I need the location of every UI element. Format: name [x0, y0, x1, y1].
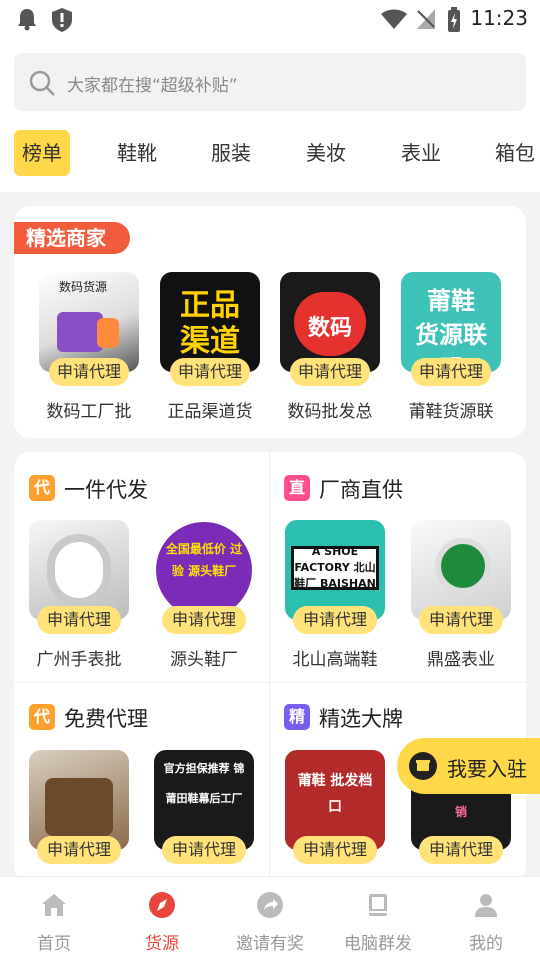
green-watch-face — [435, 538, 491, 594]
shield-alert-icon — [52, 8, 72, 32]
search-icon — [29, 70, 55, 96]
nav-pc-broadcast[interactable]: 电脑群发 — [324, 877, 432, 960]
top-brands-icon: 精 — [284, 704, 310, 730]
notification-bell-icon — [18, 9, 36, 31]
apply-agent-button[interactable]: 申请代理 — [419, 836, 503, 864]
product-thumb-text: 官方担保推荐 锦 莆田鞋幕后工厂 — [163, 762, 245, 805]
section-title-top-brands[interactable]: 精选大牌 — [319, 703, 403, 733]
item-name[interactable]: 北山高端鞋 — [275, 645, 395, 670]
merchant-thumb[interactable]: 莆鞋 货源联盟 — [401, 272, 501, 372]
merchant-name[interactable]: 莆鞋货源联 — [391, 397, 511, 422]
item-name[interactable]: 广州手表批 — [19, 645, 139, 670]
category-tabs: 榜单 鞋靴 服装 美妆 表业 箱包 — [0, 130, 540, 176]
watch-face — [47, 534, 111, 606]
product-thumb[interactable] — [29, 750, 129, 850]
merchant-name[interactable]: 数码工厂批 — [29, 397, 149, 422]
divider — [269, 452, 270, 876]
product-thumb-text: 莆鞋 批发档口 — [297, 773, 373, 815]
merchant-thumb[interactable]: 正品 渠道货 — [160, 272, 260, 372]
section-title-dropship[interactable]: 一件代发 — [64, 474, 148, 504]
nav-label: 电脑群发 — [344, 934, 412, 954]
item-name[interactable]: 鼎盛表业 — [401, 645, 521, 670]
product-thumb[interactable] — [29, 520, 129, 620]
apply-agent-button[interactable]: 申请代理 — [411, 358, 491, 386]
store-icon — [409, 752, 437, 780]
tab-beauty[interactable]: 美妆 — [306, 130, 346, 176]
apply-agent-button[interactable]: 申请代理 — [162, 606, 246, 634]
product-thumb[interactable]: 全国最低价 过 验 源头鞋厂 — [154, 520, 254, 620]
section-title-free-agent[interactable]: 免费代理 — [64, 703, 148, 733]
nav-home[interactable]: 首页 — [0, 877, 108, 960]
apply-agent-button[interactable]: 申请代理 — [162, 836, 246, 864]
product-thumb[interactable]: 官方担保推荐 锦 莆田鞋幕后工厂 — [154, 750, 254, 850]
apply-agent-button[interactable]: 申请代理 — [37, 836, 121, 864]
merchant-name[interactable]: 正品渠道货 — [150, 397, 270, 422]
nav-invite[interactable]: 邀请有奖 — [216, 877, 324, 960]
share-icon — [257, 892, 283, 918]
search-input[interactable]: 大家都在搜“超级补贴” — [14, 53, 526, 111]
compass-icon — [149, 892, 175, 918]
merchant-thumb[interactable]: 数码货源 — [39, 272, 139, 372]
nav-label: 邀请有奖 — [236, 934, 304, 954]
header: 大家都在搜“超级补贴” 榜单 鞋靴 服装 美妆 表业 箱包 — [0, 38, 540, 192]
nav-source[interactable]: 货源 — [108, 877, 216, 960]
apply-agent-button[interactable]: 申请代理 — [37, 606, 121, 634]
nav-label: 首页 — [37, 934, 71, 954]
status-bar: 11:23 — [0, 0, 540, 38]
dropship-icon: 代 — [29, 475, 55, 501]
merchant-thumb-text: 数码货源 — [59, 280, 108, 294]
product-thumb[interactable]: A SHOE FACTORY 北山鞋厂 BAISHAN — [285, 520, 385, 620]
item-name[interactable]: 源头鞋厂 — [144, 645, 264, 670]
battery-charging-icon — [448, 7, 460, 32]
search-placeholder: 大家都在搜“超级补贴” — [67, 76, 238, 96]
tab-shoes[interactable]: 鞋靴 — [117, 130, 157, 176]
apply-agent-button[interactable]: 申请代理 — [293, 836, 377, 864]
person-icon — [475, 894, 497, 917]
nav-label: 我的 — [469, 934, 503, 954]
no-signal-icon — [417, 9, 435, 29]
free-agent-icon: 代 — [29, 704, 55, 730]
product-thumb[interactable]: 莆鞋 批发档口 — [285, 750, 385, 850]
featured-title: 精选商家 — [14, 222, 130, 254]
section-title-direct-supply[interactable]: 厂商直供 — [319, 474, 403, 504]
tab-watches[interactable]: 表业 — [401, 130, 441, 176]
merchant-thumb[interactable]: 数码 — [280, 272, 380, 372]
product-thumb[interactable] — [411, 520, 511, 620]
status-time: 11:23 — [470, 6, 528, 30]
bottom-nav: 首页 货源 邀请有奖 电脑群发 我的 — [0, 876, 540, 960]
apply-agent-button[interactable]: 申请代理 — [293, 606, 377, 634]
watch-image — [97, 318, 119, 348]
nav-label: 货源 — [145, 934, 179, 954]
direct-supply-icon: 直 — [284, 475, 310, 501]
apply-agent-button[interactable]: 申请代理 — [49, 358, 129, 386]
join-button[interactable]: 我要入驻 — [397, 738, 540, 794]
book-icon — [369, 894, 387, 916]
apply-agent-button[interactable]: 申请代理 — [170, 358, 250, 386]
merchant-thumb-text: 数码 — [307, 316, 352, 341]
tab-bags[interactable]: 箱包 — [495, 130, 535, 176]
tab-rankings[interactable]: 榜单 — [14, 130, 70, 176]
apply-agent-button[interactable]: 申请代理 — [290, 358, 370, 386]
wifi-icon — [381, 9, 407, 29]
home-icon — [42, 894, 66, 916]
nav-profile[interactable]: 我的 — [432, 877, 540, 960]
tab-clothing[interactable]: 服装 — [211, 130, 251, 176]
divider — [14, 682, 526, 683]
handbag-image — [45, 778, 113, 836]
apply-agent-button[interactable]: 申请代理 — [419, 606, 503, 634]
merchant-name[interactable]: 数码批发总 — [270, 397, 390, 422]
product-thumb-text: 全国最低价 过 验 源头鞋厂 — [165, 542, 243, 578]
join-button-label: 我要入驻 — [447, 757, 527, 781]
product-thumb-text: A SHOE FACTORY 北山鞋厂 BAISHAN — [294, 545, 376, 590]
